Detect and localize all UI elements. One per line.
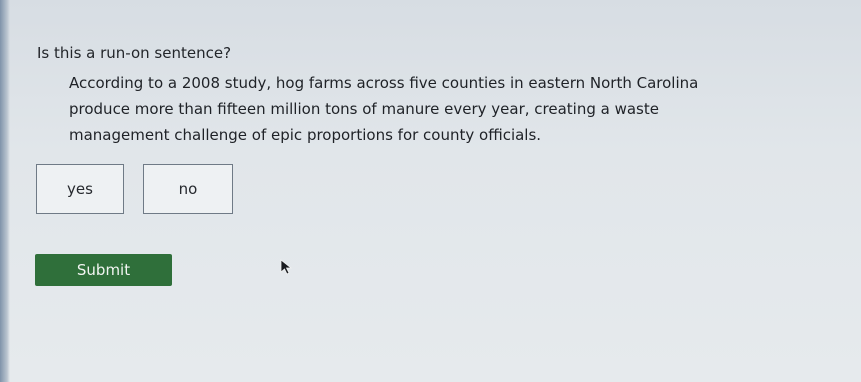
left-edge-decoration [0, 0, 10, 382]
passage-line: According to a 2008 study, hog farms acr… [69, 74, 699, 92]
submit-button[interactable]: Submit [35, 254, 172, 286]
question-prompt: Is this a run-on sentence? [37, 44, 232, 62]
answer-no-button[interactable]: no [143, 164, 233, 214]
passage-line: produce more than fifteen million tons o… [69, 100, 659, 118]
submit-label: Submit [76, 261, 131, 279]
answer-no-label: no [178, 180, 198, 198]
answer-yes-label: yes [67, 180, 93, 198]
answer-yes-button[interactable]: yes [36, 164, 124, 214]
passage-text: According to a 2008 study, hog farms acr… [69, 70, 769, 148]
mouse-pointer-icon [280, 259, 293, 275]
passage-line: management challenge of epic proportions… [69, 126, 542, 144]
